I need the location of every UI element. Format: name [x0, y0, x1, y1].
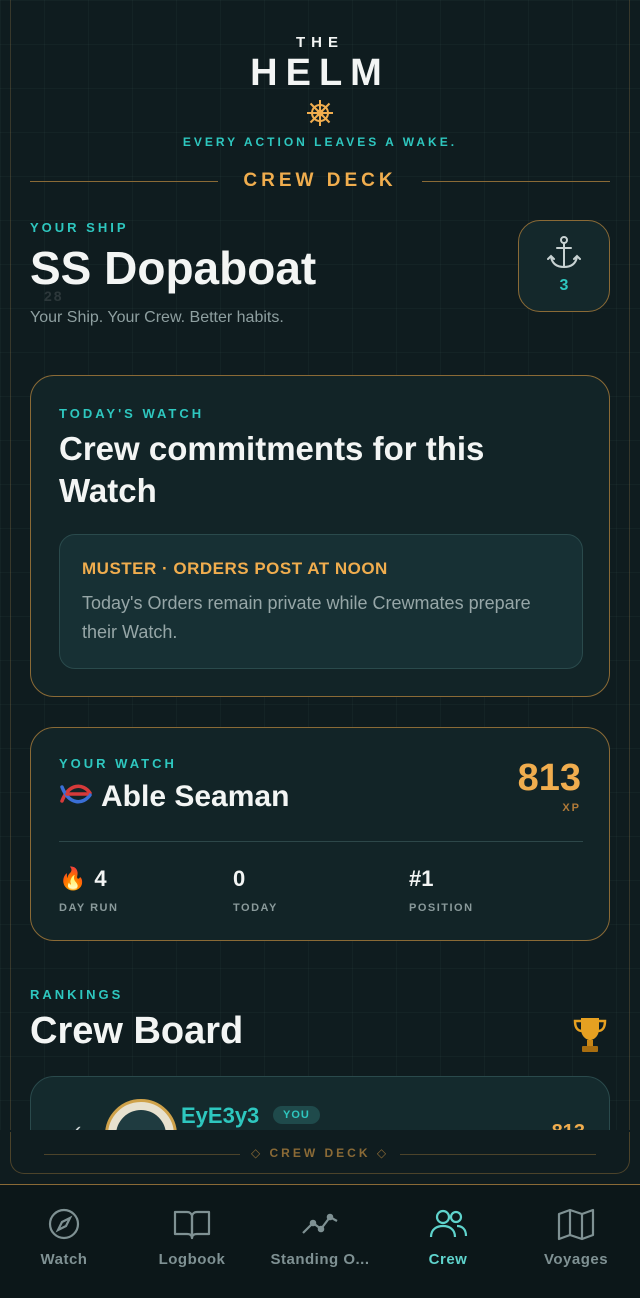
- frame-line-left: [10, 0, 11, 1186]
- anchor-icon: [547, 236, 581, 269]
- tab-standing-orders[interactable]: Standing O...: [256, 1185, 384, 1298]
- divider: [422, 181, 610, 182]
- trend-line-icon: [302, 1213, 338, 1234]
- bottom-tab-bar: Watch Logbook Standing O... Crew Voyages: [0, 1184, 640, 1298]
- stat-position: #1 POSITION: [409, 866, 474, 914]
- tab-voyages[interactable]: Voyages: [512, 1185, 640, 1298]
- brand-header: THE HELM EVERY ACTION LEAVES A WAKE.: [0, 34, 640, 149]
- xp-value: 813: [517, 757, 581, 799]
- rankings-section: RANKINGS Crew Board: [30, 987, 610, 1053]
- xp-display: 813 XP: [518, 758, 581, 814]
- tab-crew[interactable]: Crew: [384, 1185, 512, 1298]
- todays-watch-title: Crew commitments for this Watch: [59, 430, 485, 509]
- stat-label: DAY RUN: [59, 902, 119, 914]
- rankings-title: Crew Board: [30, 1010, 244, 1052]
- stat-day-run: 🔥 4 DAY RUN: [59, 866, 118, 914]
- anchor-badge[interactable]: 3: [518, 220, 610, 312]
- divider: [59, 841, 583, 842]
- stat-value: 4: [94, 866, 107, 891]
- muster-heading: MUSTER · ORDERS POST AT NOON: [82, 559, 388, 578]
- frame-line-right: [629, 0, 630, 1186]
- rank-row: Able Seaman: [59, 780, 289, 814]
- knot-icon: [59, 781, 93, 814]
- your-watch-eyebrow: YOUR WATCH: [59, 756, 177, 771]
- xp-label: XP: [562, 802, 581, 814]
- brand-tagline: EVERY ACTION LEAVES A WAKE.: [182, 135, 458, 149]
- stat-today: 0 TODAY: [233, 866, 278, 914]
- people-icon: [429, 1209, 468, 1238]
- stat-label: TODAY: [233, 902, 278, 914]
- deck-footer-label: ◇ CREW DECK ◇: [250, 1146, 390, 1160]
- muster-notice: MUSTER · ORDERS POST AT NOON Today's Ord…: [59, 534, 583, 669]
- stat-value: 0: [233, 866, 246, 891]
- divider: [400, 1154, 596, 1155]
- section-header: CREW DECK: [30, 170, 610, 194]
- compass-icon: [48, 1208, 80, 1240]
- stat-value: #1: [409, 866, 434, 891]
- book-icon: [173, 1210, 211, 1240]
- crew-member-name: EyE3y3: [181, 1103, 260, 1128]
- stat-label: POSITION: [409, 902, 474, 914]
- rank-title: Able Seaman: [101, 780, 290, 813]
- tab-logbook[interactable]: Logbook: [128, 1185, 256, 1298]
- trophy-icon: [572, 1015, 608, 1064]
- muster-body: Today's Orders remain private while Crew…: [82, 593, 531, 642]
- deck-footer: ◇ CREW DECK ◇: [0, 1130, 640, 1184]
- fire-icon: 🔥: [59, 866, 87, 891]
- brand-the: THE: [296, 34, 344, 51]
- ship-wheel-icon: [307, 100, 333, 126]
- ship-ghost-number: 28: [44, 288, 64, 304]
- brand-name: HELM: [250, 52, 390, 94]
- tab-label: Logbook: [158, 1251, 226, 1268]
- todays-watch-eyebrow: TODAY'S WATCH: [59, 406, 205, 421]
- tab-label: Voyages: [543, 1251, 609, 1268]
- tab-label: Crew: [428, 1251, 468, 1268]
- ship-subtitle: Your Ship. Your Crew. Better habits.: [30, 309, 284, 326]
- your-watch-card[interactable]: YOUR WATCH Able Seaman 813 XP 🔥 4 DAY RUN…: [30, 727, 610, 941]
- you-badge: YOU: [273, 1106, 320, 1124]
- map-icon: [557, 1208, 595, 1241]
- tab-watch[interactable]: Watch: [0, 1185, 128, 1298]
- rankings-eyebrow: RANKINGS: [30, 987, 124, 1002]
- anchor-count: 3: [559, 277, 569, 294]
- tab-label: Standing O...: [270, 1251, 370, 1268]
- tab-label: Watch: [40, 1251, 88, 1268]
- todays-watch-card: TODAY'S WATCH Crew commitments for this …: [30, 375, 610, 697]
